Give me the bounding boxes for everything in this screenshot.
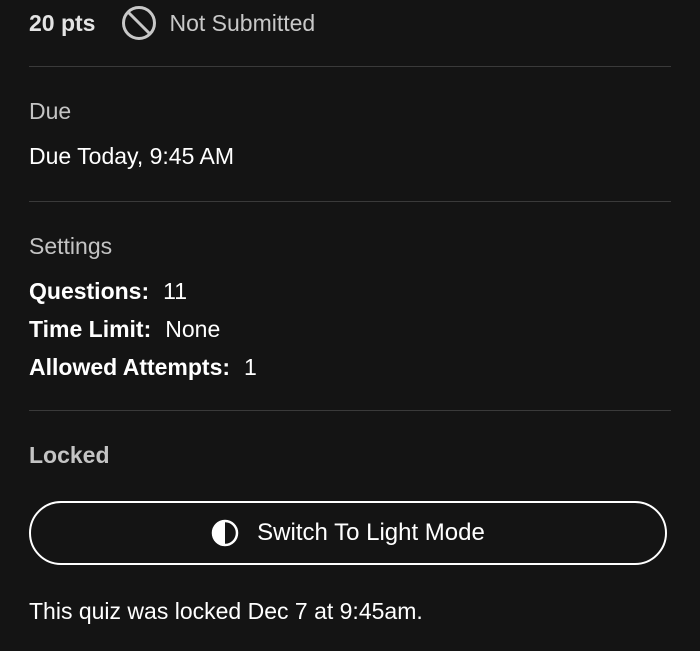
setting-value: 11 [163,278,188,304]
setting-row-questions: Questions: 11 [29,278,187,305]
divider [29,66,671,67]
setting-key: Allowed Attempts: [29,354,231,380]
switch-light-mode-button[interactable]: Switch To Light Mode [29,501,667,565]
quiz-details-page: 20 pts Not Submitted Due Due Today, 9:45… [0,0,700,651]
setting-value: None [165,316,221,342]
quiz-header-row: 20 pts Not Submitted [29,5,315,41]
due-label: Due [29,98,72,124]
due-value: Due Today, 9:45 AM [29,143,235,169]
setting-key: Time Limit: [29,316,152,342]
half-circle-contrast-icon [211,519,239,547]
setting-value: 1 [244,354,257,380]
points-value: 20 pts [29,9,96,36]
switch-light-mode-label: Switch To Light Mode [257,519,485,546]
divider [29,201,671,202]
locked-label: Locked [29,442,110,468]
submission-status: Not Submitted [121,5,315,41]
locked-message: This quiz was locked Dec 7 at 9:45am. [29,598,423,624]
divider [29,410,671,411]
setting-key: Questions: [29,278,150,304]
setting-row-allowed-attempts: Allowed Attempts: 1 [29,354,257,381]
settings-label: Settings [29,233,113,259]
not-submitted-icon [122,6,157,40]
status-text: Not Submitted [169,9,316,36]
setting-row-time-limit: Time Limit: None [29,316,220,343]
